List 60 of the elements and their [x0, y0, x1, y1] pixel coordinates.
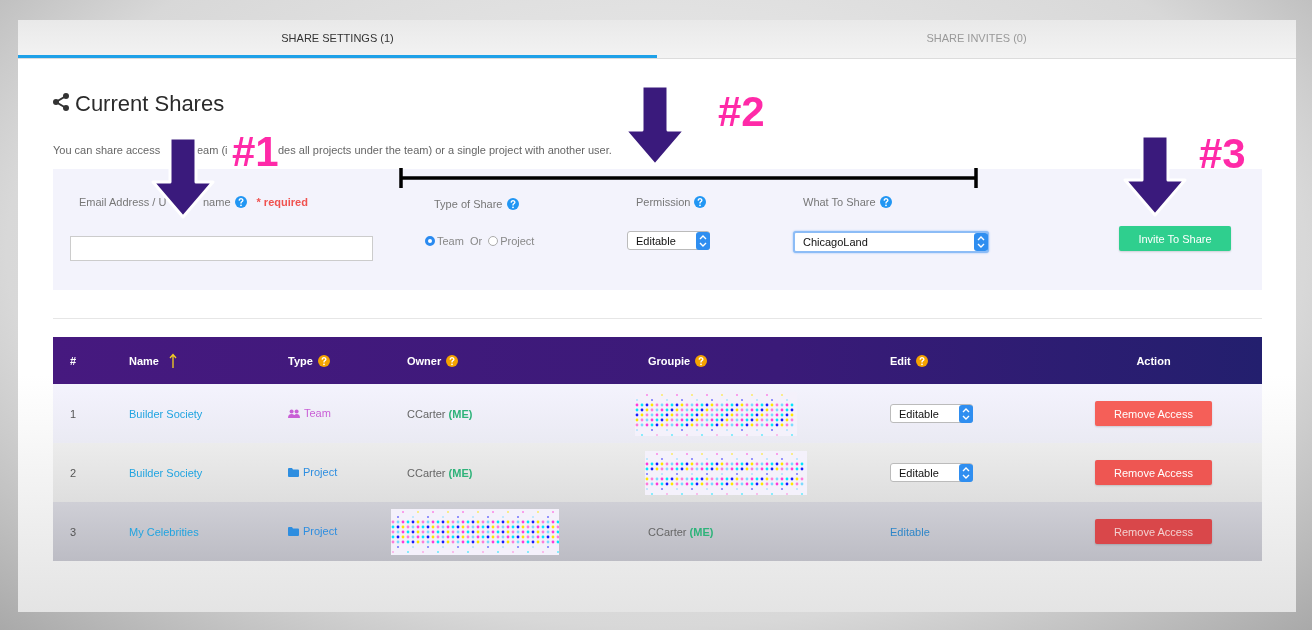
- column-header: Action: [1136, 354, 1171, 367]
- annotation-label: #1: [232, 128, 279, 176]
- radio-button[interactable]: [488, 236, 499, 246]
- type-label: Project: [303, 525, 338, 538]
- remove-access-button[interactable]: Remove Access: [1095, 519, 1212, 544]
- required-note: * required: [256, 196, 308, 208]
- field-label: What To Share: [803, 196, 876, 208]
- select-field[interactable]: ChicagoLand: [793, 231, 989, 253]
- remove-access-button[interactable]: Remove Access: [1095, 460, 1212, 485]
- description-text: des all projects under the team) or a single project with another user.: [278, 144, 612, 157]
- radio-button[interactable]: [425, 236, 435, 246]
- name-link[interactable]: Builder Society: [129, 466, 203, 479]
- description-text: You can share access: [53, 144, 162, 157]
- description-text: eam (i: [197, 144, 229, 157]
- permission-link[interactable]: Editable: [890, 525, 930, 538]
- column-header: Groupie: [648, 354, 691, 367]
- page-heading: Current Shares: [75, 91, 225, 117]
- type-label: Project: [303, 466, 338, 479]
- user-name: CCarter (ME): [407, 466, 473, 479]
- remove-access-button[interactable]: Remove Access: [1095, 401, 1212, 426]
- row-number: 2: [70, 466, 77, 479]
- folder-icon: [288, 467, 299, 477]
- stepper-icon: [959, 404, 973, 423]
- radio-option[interactable]: Project: [488, 235, 535, 247]
- help-icon: [879, 196, 892, 208]
- people-icon: [288, 408, 300, 418]
- select-field[interactable]: Editable: [627, 231, 710, 250]
- tab[interactable]: SHARE INVITES (0): [657, 20, 1296, 58]
- share-icon: [52, 92, 70, 112]
- invite-button[interactable]: Invite To Share: [1119, 226, 1231, 251]
- field-label: Email Address / U: [79, 196, 168, 208]
- name-link[interactable]: Builder Society: [129, 407, 203, 420]
- radio-option[interactable]: Team: [425, 235, 464, 247]
- row-number: 1: [70, 407, 77, 420]
- help-icon: [234, 196, 247, 208]
- help-icon: [506, 198, 519, 210]
- column-header: Owner: [407, 354, 442, 367]
- column-header: Edit: [890, 354, 911, 367]
- field-label: Permission: [636, 196, 691, 208]
- stepper-icon: [696, 231, 710, 250]
- annotation-label: #2: [718, 88, 765, 136]
- stepper-icon: [959, 463, 973, 482]
- separator-text: Or: [469, 235, 483, 247]
- field-label: name: [203, 196, 231, 208]
- folder-icon: [288, 526, 299, 536]
- stepper-icon: [974, 233, 988, 251]
- annotation-label: #3: [1199, 130, 1246, 178]
- type-label: Team: [304, 407, 331, 420]
- column-header: Name: [129, 354, 159, 367]
- user-name: CCarter (ME): [407, 407, 473, 420]
- email-input-field[interactable]: [70, 236, 373, 261]
- select-field[interactable]: Editable: [890, 463, 973, 482]
- row-number: 3: [70, 525, 77, 538]
- tab[interactable]: SHARE SETTINGS (1): [18, 20, 657, 58]
- field-label: Type of Share: [434, 198, 503, 210]
- help-icon: [694, 196, 707, 208]
- user-name: CCarter (ME): [648, 525, 714, 538]
- column-header: #: [70, 354, 77, 367]
- select-field[interactable]: Editable: [890, 404, 973, 423]
- column-header: Type: [288, 354, 313, 367]
